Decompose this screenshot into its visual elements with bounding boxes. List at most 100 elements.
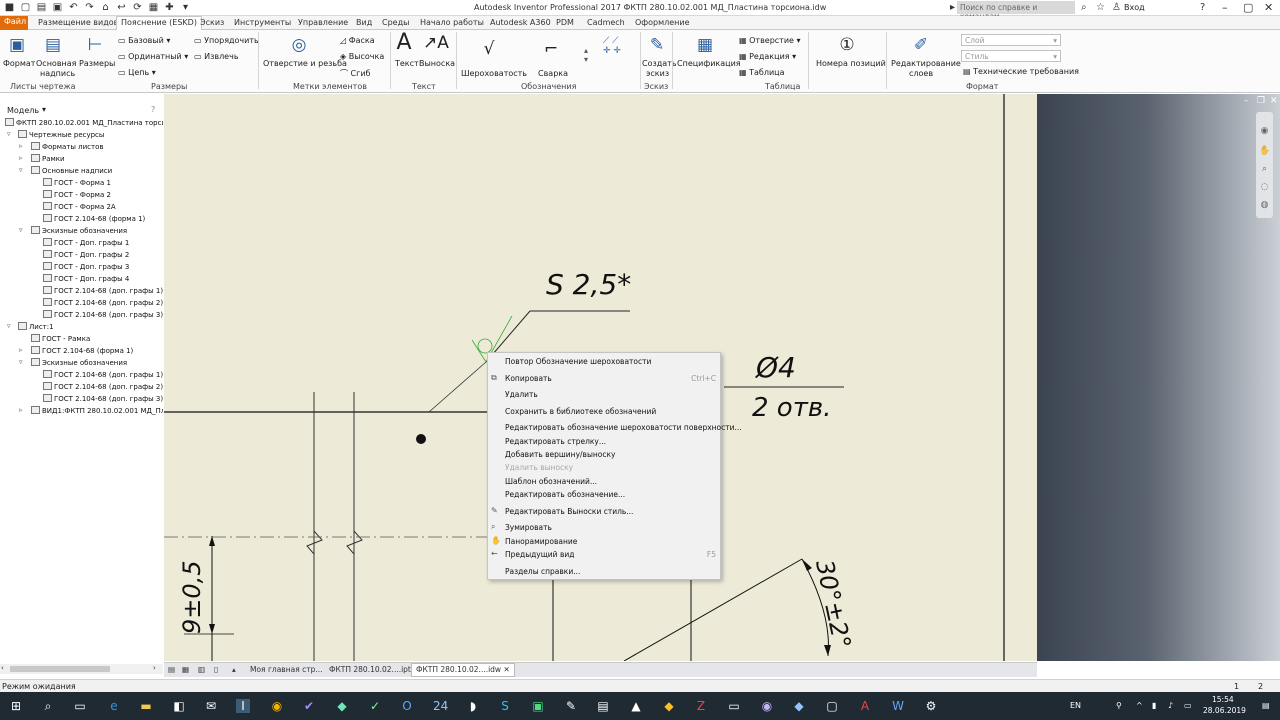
filezilla-icon[interactable]: Z [694,699,708,713]
menu-zoom[interactable]: Зумировать [505,523,552,532]
viewport-close-icon[interactable]: ✕ [1270,96,1278,106]
baseline-button[interactable]: ▭ Базовый ▾ [118,36,170,45]
title-block-icon[interactable]: ▤ [42,35,64,55]
store-icon[interactable]: ◧ [172,699,186,713]
update-icon[interactable]: ⟳ [132,2,143,13]
edit-layers-line1[interactable]: Редактирование [891,59,961,68]
tab-file[interactable]: Файл [0,16,28,30]
hole-thread-icon[interactable]: ◎ [288,35,310,55]
format-button[interactable]: Формат [3,59,35,68]
outlook-icon[interactable]: O [400,699,414,713]
leader-button[interactable]: Выноска [419,59,455,68]
ordinate-button[interactable]: ▭ Ординатный ▾ [118,52,188,61]
tree-node-symbol[interactable]: ГОСТ 2.104-68 (доп. графы 3) [43,394,163,404]
new-icon[interactable]: ▢ [20,2,31,13]
menu-delete[interactable]: Удалить [505,390,538,399]
menu-symbol-template[interactable]: Шаблон обозначений... [505,477,597,486]
zoom-icon[interactable]: ⌕ [1259,164,1270,175]
help-icon[interactable]: ? [1200,2,1205,13]
collapse-icon[interactable]: ▿ [19,166,23,174]
expand-icon[interactable]: ▹ [19,346,23,354]
title-block-button-line1[interactable]: Основная [36,59,76,68]
doc-tab-ipt[interactable]: ФКТП 280.10.02....ipt [329,665,411,674]
word-icon[interactable]: W [891,699,905,713]
tech-requirements-button[interactable]: ▤ Технические требования [963,67,1079,76]
pan-icon[interactable]: ✋ [1259,146,1270,157]
tray-arrow-icon[interactable]: ^ [1136,701,1143,710]
windows-start-icon[interactable]: ⊞ [9,699,23,713]
tree-node-borders[interactable]: Рамки [31,154,65,164]
format-icon[interactable]: ▣ [6,35,28,55]
dimension-icon[interactable]: ⊢ [84,35,106,55]
table-button[interactable]: ▦ Таблица [739,68,785,77]
close-tab-icon[interactable]: ✕ [503,665,509,674]
save-icon[interactable]: ▣ [52,2,63,13]
tree-node-symbol[interactable]: ГОСТ 2.104-68 (доп. графы 2) [43,298,163,308]
explorer-icon[interactable]: ▬ [139,699,153,713]
maximize-icon[interactable]: ▢ [1243,1,1253,14]
search-icon[interactable]: ⌕ [1081,2,1087,13]
clock-time[interactable]: 15:54 [1212,695,1234,704]
bend-button[interactable]: ⌒ Сгиб [340,68,370,79]
inventor-icon[interactable]: I [236,699,250,713]
clock-date[interactable]: 28.06.2019 [1203,706,1246,715]
parts-list-button[interactable]: Спецификация [677,59,741,68]
list-icon[interactable]: ▯ [214,665,218,674]
model-viewport[interactable] [1037,94,1280,661]
hole-table-button[interactable]: ▦ Отверстие ▾ [739,36,801,45]
menu-add-vertex-leader[interactable]: Добавить вершину/выноску [505,450,615,459]
tree-node-symbol[interactable]: ГОСТ - Доп. графы 1 [43,238,129,248]
layer-select[interactable]: Слой ▾ [961,34,1061,46]
tab-formatting[interactable]: Оформление [631,17,694,30]
app-icon[interactable]: ◆ [662,699,676,713]
tab-pdm[interactable]: PDM [552,17,578,30]
redo-icon[interactable]: ↷ [84,2,95,13]
zoom-window-icon[interactable]: ◌ [1259,182,1270,193]
scroll-left-icon[interactable]: ‹ [1,664,4,672]
tree-node-symbol[interactable]: ГОСТ 2.104-68 (доп. графы 3) [43,310,163,320]
app-menu-icon[interactable]: ■ [4,2,15,13]
dropdown-icon[interactable]: ▾ [180,2,191,13]
browser-scrollbar[interactable]: ‹ › [0,664,163,674]
edit-layers-icon[interactable]: ✐ [910,35,932,55]
skype-icon[interactable]: S [498,699,512,713]
undo-icon[interactable]: ↶ [68,2,79,13]
app-icon[interactable]: ✔ [302,699,316,713]
tab-view[interactable]: Вид [352,17,376,30]
doc-tab-home[interactable]: Моя главная стр... [250,665,323,674]
tree-node-border[interactable]: ГОСТ - Рамка [31,334,90,344]
menu-edit-symbol[interactable]: Редактировать обозначение... [505,490,625,499]
balloon-button[interactable]: Номера позиций [816,59,886,68]
viewport-restore-icon[interactable]: ❐ [1257,96,1265,106]
arrow-right-icon[interactable]: ▸ [950,2,955,13]
edge-icon[interactable]: e [107,699,121,713]
app-icon[interactable]: ▢ [825,699,839,713]
orbit-icon[interactable]: ◍ [1259,200,1270,211]
text-icon[interactable]: A [393,32,415,54]
login-link[interactable]: Вход [1124,3,1145,12]
tree-node-sketched-symbols[interactable]: Эскизные обозначения [31,226,127,236]
scrollbar-thumb[interactable] [10,666,110,672]
retrieve-button[interactable]: ▭ Извлечь [194,52,239,61]
create-sketch-line2[interactable]: эскиз [646,69,669,78]
sketch-tools-icons[interactable]: ⟋ ⟋ ✛ ✛ [603,36,621,56]
tree-node-symbol[interactable]: ГОСТ 2.104-68 (доп. графы 1) [43,370,163,380]
tab-cadmech[interactable]: Cadmech [583,17,629,30]
doc-tab-idw[interactable]: ФКТП 280.10.02....idw ✕ [411,663,515,677]
tree-node-symbol[interactable]: ГОСТ 2.104-68 (доп. графы 2) [43,382,163,392]
app-icon[interactable]: ◆ [335,699,349,713]
tree-node-symbol[interactable]: ГОСТ - Доп. графы 3 [43,262,129,272]
tab-manage[interactable]: Управление [294,17,352,30]
tree-node-title-block[interactable]: ГОСТ - Форма 2 [43,190,111,200]
browser-title[interactable]: Модель [7,106,39,115]
home-icon[interactable]: ⌂ [100,2,111,13]
tree-node-view[interactable]: ВИД1:ФКТП 280.10.02.001 МД_Пла [31,406,163,416]
notifications-icon[interactable]: ▤ [1262,701,1270,710]
app-icon[interactable]: 24 [433,699,448,713]
chrome-icon[interactable]: ◉ [270,699,284,713]
parts-list-icon[interactable]: ▦ [694,35,716,55]
text-button[interactable]: Текст [395,59,419,68]
menu-pan[interactable]: Панорамирование [505,537,577,546]
task-view-icon[interactable]: ▭ [73,699,87,713]
expand-icon[interactable]: ▿ [7,130,11,138]
